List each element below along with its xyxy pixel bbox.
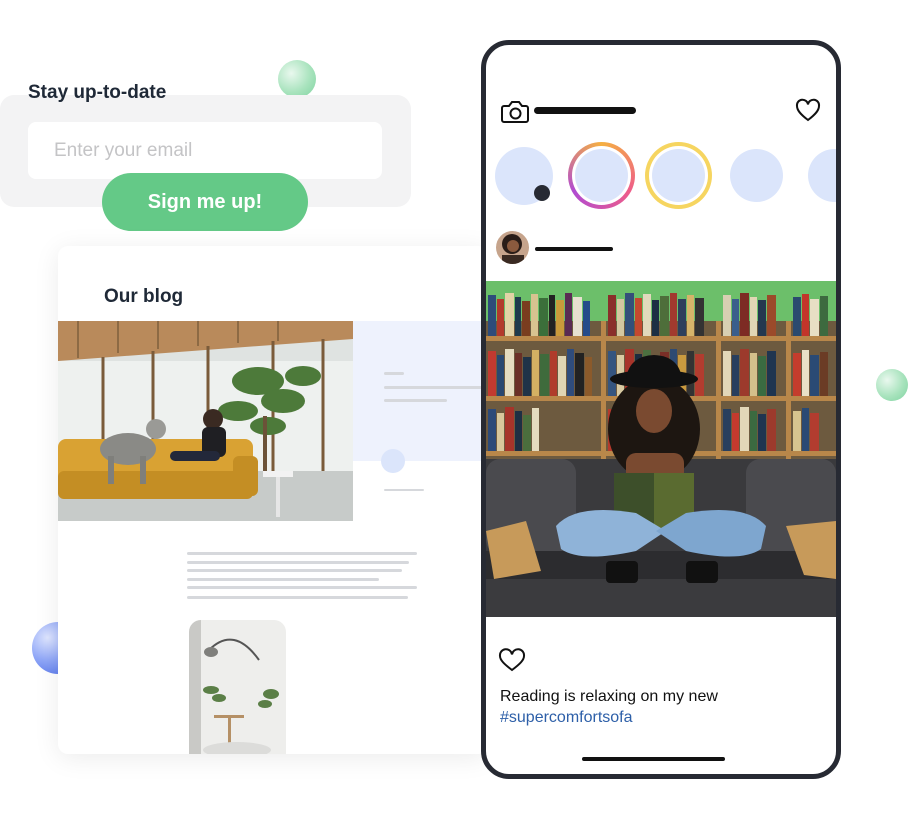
camera-icon[interactable] — [500, 99, 530, 125]
like-heart-icon[interactable] — [498, 648, 526, 672]
story-avatar[interactable] — [730, 149, 783, 202]
placeholder-avatar — [381, 449, 405, 473]
decorative-green-dot-right — [876, 369, 908, 401]
poster-avatar[interactable] — [496, 231, 529, 264]
caption-text: Reading is relaxing on my new — [500, 688, 718, 705]
story-avatar-inner — [652, 149, 705, 202]
placeholder-line — [187, 578, 379, 581]
decorative-green-dot — [278, 60, 316, 98]
story-avatar-inner — [575, 149, 628, 202]
placeholder-line — [384, 489, 424, 491]
blog-thumbnail-image — [189, 620, 286, 754]
heart-icon[interactable] — [795, 98, 821, 122]
post-caption: Reading is relaxing on my new #supercomf… — [500, 686, 820, 728]
blog-side-panel — [353, 321, 488, 461]
email-input[interactable] — [28, 122, 382, 179]
blog-card: Our blog — [58, 246, 488, 754]
hashtag-link[interactable]: #supercomfortsofa — [500, 709, 633, 726]
placeholder-line — [384, 386, 488, 389]
placeholder-line — [187, 552, 417, 555]
phone-mockup: Reading is relaxing on my new #supercomf… — [481, 40, 841, 779]
placeholder-line — [384, 399, 447, 402]
sign-up-button[interactable]: Sign me up! — [102, 173, 308, 231]
placeholder-line — [187, 586, 417, 589]
poster-name-placeholder — [535, 247, 613, 251]
story-avatar[interactable] — [808, 149, 836, 202]
placeholder-line — [384, 372, 404, 375]
newsletter-title: Stay up-to-date — [28, 82, 167, 103]
placeholder-line — [187, 596, 408, 599]
placeholder-line — [187, 561, 409, 564]
online-status-dot — [534, 185, 550, 201]
placeholder-line — [187, 569, 402, 572]
post-image — [486, 281, 836, 617]
blog-title: Our blog — [104, 286, 184, 307]
home-indicator — [582, 757, 725, 761]
app-title-placeholder — [534, 107, 636, 114]
blog-hero-image — [58, 321, 353, 521]
